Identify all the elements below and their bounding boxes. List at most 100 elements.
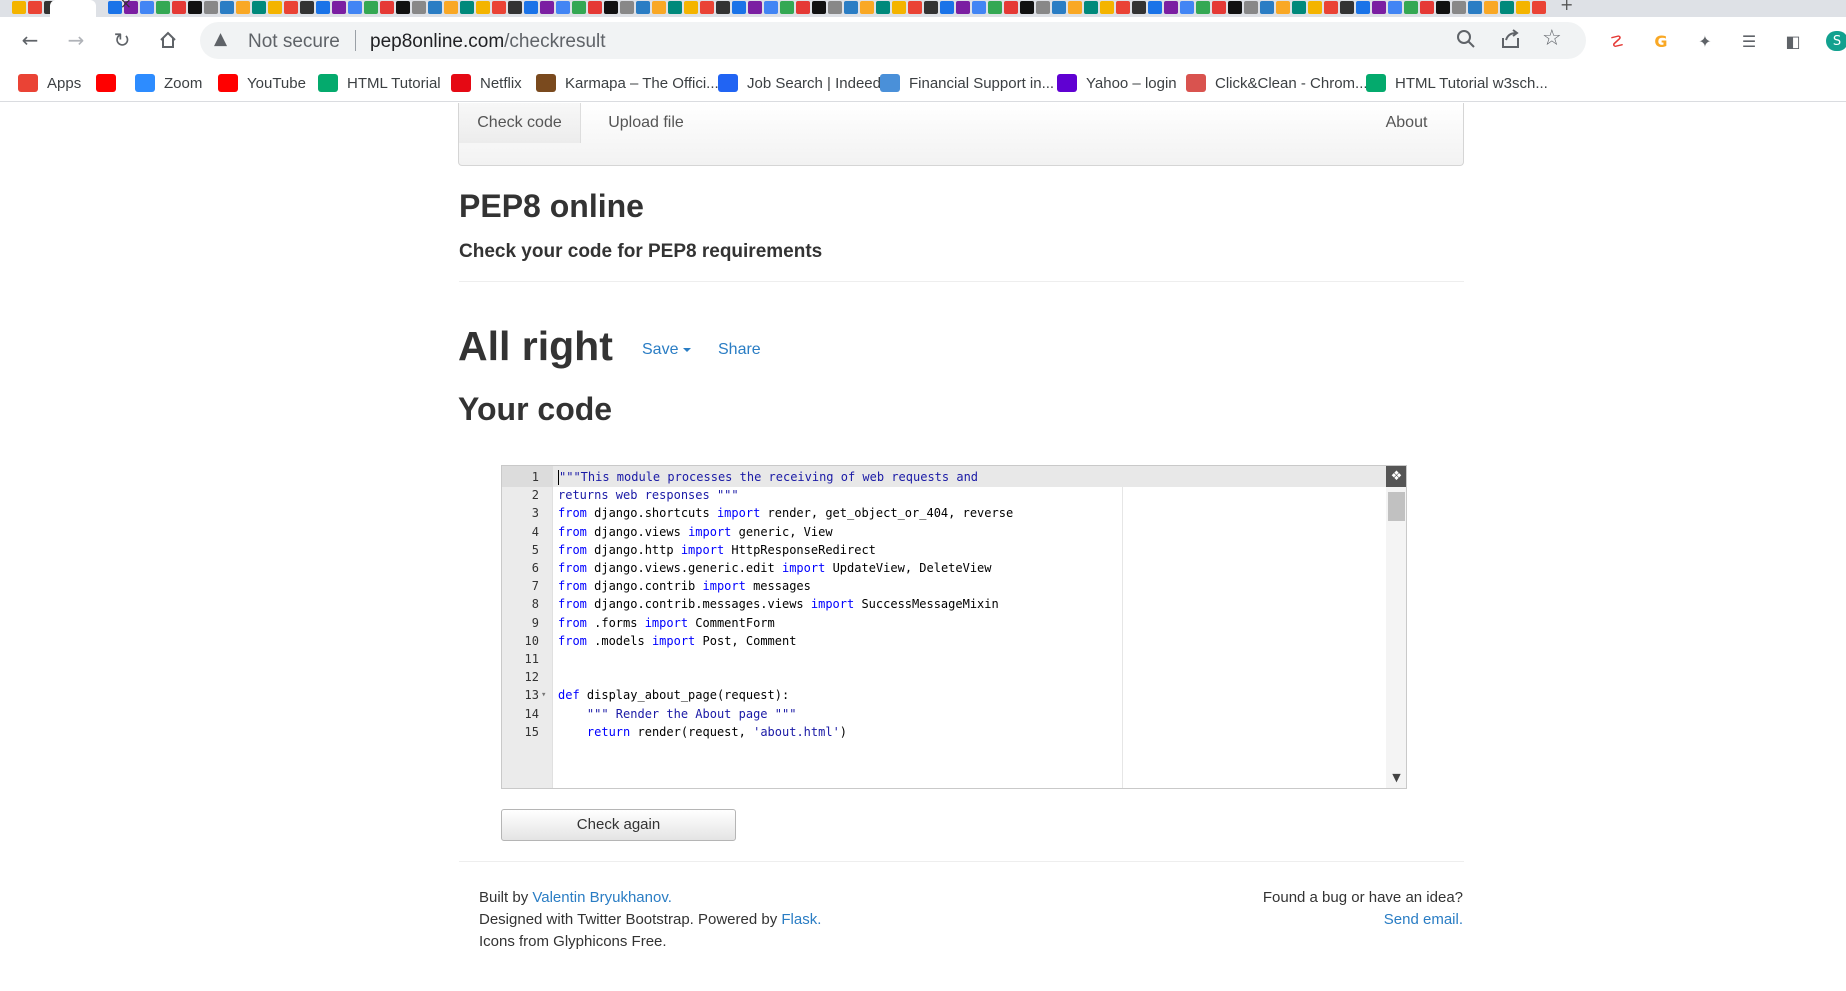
tab-favicon-icon[interactable] (284, 1, 298, 14)
tab-favicon-icon[interactable] (876, 1, 890, 14)
tab-favicon-icon[interactable] (652, 1, 666, 14)
tab-favicon-icon[interactable] (444, 1, 458, 14)
tab-favicon-icon[interactable] (924, 1, 938, 14)
tab-favicon-icon[interactable] (1196, 1, 1210, 14)
tab-favicon-icon[interactable] (1020, 1, 1034, 14)
scroll-down-arrow-icon[interactable]: ▼ (1386, 771, 1406, 784)
tab-favicon-icon[interactable] (908, 1, 922, 14)
tab-favicon-icon[interactable] (1116, 1, 1130, 14)
code-line[interactable]: 15 return render(request, 'about.html') (502, 722, 1390, 743)
tab-favicon-icon[interactable] (844, 1, 858, 14)
tab-favicon-icon[interactable] (460, 1, 474, 14)
tab-favicon-icon[interactable] (1324, 1, 1338, 14)
flask-link[interactable]: Flask. (781, 911, 821, 928)
code-editor[interactable]: 1 """This module processes the receiving … (501, 465, 1407, 789)
reload-icon[interactable]: ↻ (105, 23, 139, 57)
check-again-button[interactable]: Check again (501, 809, 736, 841)
tab-favicon-icon[interactable] (1436, 1, 1450, 14)
tab-favicon-icon[interactable] (1180, 1, 1194, 14)
tab-favicon-icon[interactable] (1516, 1, 1530, 14)
tab-favicon-icon[interactable] (1388, 1, 1402, 14)
tab-favicon-icon[interactable] (1356, 1, 1370, 14)
bookmark-item[interactable]: HTML Tutorial (318, 73, 441, 93)
tab-favicon-icon[interactable] (1372, 1, 1386, 14)
zoom-magnifier-icon[interactable] (1456, 28, 1476, 55)
tab-favicon-icon[interactable] (828, 1, 842, 14)
tab-favicon-icon[interactable] (812, 1, 826, 14)
tab-favicon-icon[interactable] (1468, 1, 1482, 14)
tab-favicon-icon[interactable] (252, 1, 266, 14)
author-link[interactable]: Valentin Bryukhanov. (532, 889, 672, 906)
tab-favicon-icon[interactable] (1484, 1, 1498, 14)
home-icon[interactable] (151, 23, 185, 57)
tab-favicon-icon[interactable] (716, 1, 730, 14)
bookmark-item[interactable]: Yahoo – login (1057, 73, 1177, 93)
media-control-icon[interactable]: ☰ (1738, 31, 1760, 51)
share-link[interactable]: Share (718, 341, 761, 359)
tab-favicon-icon[interactable] (1532, 1, 1546, 14)
tab-favicon-icon[interactable] (476, 1, 490, 14)
tab-favicon-icon[interactable] (1292, 1, 1306, 14)
bookmark-item[interactable]: Karmapa – The Offici... (536, 73, 719, 93)
bookmark-item[interactable]: Job Search | Indeed (718, 73, 881, 93)
bookmark-item[interactable]: Apps (18, 73, 81, 93)
tab-favicon-icon[interactable] (748, 1, 762, 14)
tab-favicon-icon[interactable] (220, 1, 234, 14)
tab-favicon-icon[interactable] (508, 1, 522, 14)
tab-favicon-icon[interactable] (540, 1, 554, 14)
extensions-puzzle-icon[interactable]: ✦ (1694, 31, 1716, 51)
tab-favicon-icon[interactable] (428, 1, 442, 14)
tab-favicon-icon[interactable] (1068, 1, 1082, 14)
tab-favicon-icon[interactable] (348, 1, 362, 14)
bookmark-item[interactable]: YouTube (218, 73, 306, 93)
tab-favicon-icon[interactable] (188, 1, 202, 14)
tab-favicon-icon[interactable] (860, 1, 874, 14)
tab-favicon-icon[interactable] (412, 1, 426, 14)
nav-check-code[interactable]: Check code (459, 103, 581, 143)
tab-favicon-icon[interactable] (1132, 1, 1146, 14)
tab-favicon-icon[interactable] (1036, 1, 1050, 14)
tab-favicon-icon[interactable] (1100, 1, 1114, 14)
bookmark-item[interactable]: Netflix (451, 73, 522, 93)
tab-favicon-icon[interactable] (1452, 1, 1466, 14)
tab-favicon-icon[interactable] (604, 1, 618, 14)
tab-favicon-icon[interactable] (524, 1, 538, 14)
tab-favicon-icon[interactable] (1244, 1, 1258, 14)
tab-favicon-icon[interactable] (572, 1, 586, 14)
send-email-link[interactable]: Send email. (1384, 911, 1463, 928)
tab-favicon-icon[interactable] (796, 1, 810, 14)
tab-favicon-icon[interactable] (396, 1, 410, 14)
bookmark-item[interactable]: Financial Support in... (880, 73, 1054, 93)
scrollbar-thumb[interactable] (1388, 492, 1405, 521)
tab-favicon-icon[interactable] (988, 1, 1002, 14)
tab-favicon-icon[interactable] (1052, 1, 1066, 14)
tab-favicon-icon[interactable] (892, 1, 906, 14)
save-dropdown[interactable]: Save (642, 341, 692, 359)
grammarly-extension-icon[interactable]: G (1650, 31, 1672, 51)
tab-favicon-icon[interactable] (636, 1, 650, 14)
share-icon[interactable] (1500, 28, 1522, 55)
tab-favicon-icon[interactable] (236, 1, 250, 14)
tab-favicon-icon[interactable] (684, 1, 698, 14)
bookmark-star-icon[interactable]: ☆ (1542, 26, 1562, 51)
tab-favicon-icon[interactable] (732, 1, 746, 14)
ublock-extension-icon[interactable]: ☡ (1606, 31, 1628, 51)
tab-favicon-icon[interactable] (668, 1, 682, 14)
tab-favicon-icon[interactable] (620, 1, 634, 14)
tab-favicon-icon[interactable] (332, 1, 346, 14)
tab-favicon-icon[interactable] (172, 1, 186, 14)
tab-favicon-icon[interactable] (28, 1, 42, 14)
tab-favicon-icon[interactable] (1260, 1, 1274, 14)
tab-favicon-icon[interactable] (764, 1, 778, 14)
tab-favicon-icon[interactable] (780, 1, 794, 14)
side-panel-icon[interactable]: ◧ (1782, 31, 1804, 51)
tab-favicon-icon[interactable] (556, 1, 570, 14)
active-tab[interactable]: × (50, 0, 132, 17)
editor-scrollbar[interactable]: ❖ ▼ (1386, 466, 1406, 788)
tab-favicon-icon[interactable] (1404, 1, 1418, 14)
bookmark-item[interactable]: HTML Tutorial w3sch... (1366, 73, 1548, 93)
tab-favicon-icon[interactable] (380, 1, 394, 14)
new-tab-icon[interactable]: + (1560, 0, 1573, 14)
tab-favicon-icon[interactable] (1228, 1, 1242, 14)
tab-close-icon[interactable]: × (120, 0, 132, 12)
